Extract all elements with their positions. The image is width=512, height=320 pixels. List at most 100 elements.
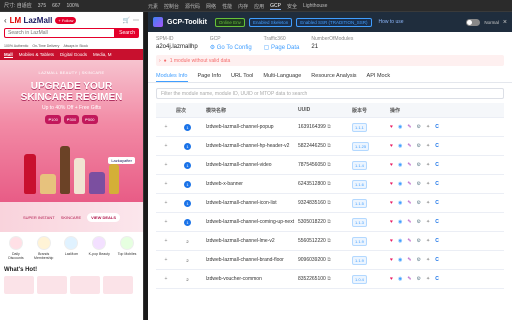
heart-icon[interactable]: ♥ xyxy=(390,257,393,263)
search-input[interactable] xyxy=(4,28,116,38)
tab-url-tool[interactable]: URL Tool xyxy=(231,73,253,79)
hot-item[interactable] xyxy=(70,276,100,294)
devtools-tab[interactable]: 安全 xyxy=(287,3,297,10)
refresh-icon[interactable]: C xyxy=(435,238,439,244)
mode-toggle[interactable] xyxy=(466,18,481,26)
wand-icon[interactable]: ✦ xyxy=(426,181,430,187)
edit-icon[interactable]: ✎ xyxy=(407,143,411,149)
device-zoom[interactable]: 100% xyxy=(66,3,79,9)
table-row[interactable]: +1 lzdweb-lazmall-channel-popup 1639164399… xyxy=(156,118,504,137)
invalid-module-alert[interactable]: › ● 1 module without valid data xyxy=(156,55,504,66)
category-brands-membership[interactable]: Brands Membership xyxy=(33,236,55,260)
devtools-tab[interactable]: 内存 xyxy=(238,3,248,10)
edit-icon[interactable]: ✎ xyxy=(407,200,411,206)
devtools-tab[interactable]: 应用 xyxy=(254,3,264,10)
refresh-icon[interactable]: C xyxy=(435,200,439,206)
devtools-tab[interactable]: Lighthouse xyxy=(303,3,327,9)
locate-icon[interactable]: ◉ xyxy=(398,257,402,263)
expand-icon[interactable]: + xyxy=(156,162,176,168)
wand-icon[interactable]: ✦ xyxy=(426,200,430,206)
category-top-mobiles[interactable]: Top Mobiles xyxy=(116,236,138,260)
copy-icon[interactable]: ⧉ xyxy=(327,200,331,206)
heart-icon[interactable]: ♥ xyxy=(390,124,393,130)
locate-icon[interactable]: ◉ xyxy=(398,143,402,149)
copy-icon[interactable]: ⧉ xyxy=(327,162,331,168)
more-icon[interactable]: ⋯ xyxy=(133,17,139,24)
expand-icon[interactable]: + xyxy=(156,200,176,206)
copy-icon[interactable]: ⧉ xyxy=(327,219,331,225)
copy-icon[interactable]: ⧉ xyxy=(327,181,331,187)
table-row[interactable]: +1 lzdweb-lazmall-channel-coming-up-next 5… xyxy=(156,213,504,232)
module-filter-input[interactable]: Filter the module name, module ID, UUID … xyxy=(156,88,504,99)
settings-icon[interactable]: ⚙ xyxy=(417,181,421,187)
settings-icon[interactable]: ⚙ xyxy=(417,276,421,282)
copy-icon[interactable]: ⧉ xyxy=(327,276,331,282)
devtools-tab[interactable]: 源代码 xyxy=(185,3,200,10)
promo-strip[interactable]: SUPER INSTANT SKINCARE VIEW DEALS xyxy=(0,202,143,232)
edit-icon[interactable]: ✎ xyxy=(407,162,411,168)
locate-icon[interactable]: ◉ xyxy=(398,219,402,225)
table-row[interactable]: +1 lzdweb-lazmall-channel-hp-header-v2 582… xyxy=(156,137,504,156)
device-height[interactable]: 667 xyxy=(52,3,60,9)
locate-icon[interactable]: ◉ xyxy=(398,124,402,130)
expand-icon[interactable]: + xyxy=(156,238,176,244)
refresh-icon[interactable]: C xyxy=(435,124,439,130)
heart-icon[interactable]: ♥ xyxy=(390,162,393,168)
refresh-icon[interactable]: C xyxy=(435,181,439,187)
table-row[interactable]: +1 lzdweb-lazmall-channel-icon-list 932483… xyxy=(156,194,504,213)
wand-icon[interactable]: ✦ xyxy=(426,257,430,263)
view-deals-button[interactable]: VIEW DEALS xyxy=(87,212,121,222)
category-daily-discounts[interactable]: Daily Discounts xyxy=(5,236,27,260)
refresh-icon[interactable]: C xyxy=(435,162,439,168)
wand-icon[interactable]: ✦ xyxy=(426,276,430,282)
nav-mobiles[interactable]: Mobiles & Tablets xyxy=(19,52,54,57)
expand-icon[interactable]: + xyxy=(156,219,176,225)
devtools-tab-gcp[interactable]: GCP xyxy=(270,3,281,10)
edit-icon[interactable]: ✎ xyxy=(407,124,411,130)
wand-icon[interactable]: ✦ xyxy=(426,143,430,149)
locate-icon[interactable]: ◉ xyxy=(398,200,402,206)
tab-modules-info[interactable]: Modules Info xyxy=(156,73,188,82)
tab-resource-analysis[interactable]: Resource Analysis xyxy=(311,73,356,79)
locate-icon[interactable]: ◉ xyxy=(398,181,402,187)
how-to-use-link[interactable]: How to use xyxy=(379,19,404,25)
wand-icon[interactable]: ✦ xyxy=(426,219,430,225)
lazmall-logo[interactable]: LM LazMall xyxy=(10,16,53,25)
heart-icon[interactable]: ♥ xyxy=(390,143,393,149)
copy-icon[interactable]: ⧉ xyxy=(327,143,331,149)
follow-button[interactable]: + Follow xyxy=(55,16,77,24)
nav-media[interactable]: Media, M xyxy=(93,52,112,57)
tab-page-info[interactable]: Page Info xyxy=(198,73,222,79)
devtools-tab[interactable]: 控制台 xyxy=(164,3,179,10)
go-to-config-link[interactable]: ⚙ Go To Config xyxy=(210,44,252,51)
copy-icon[interactable]: ⧉ xyxy=(327,124,331,130)
heart-icon[interactable]: ♥ xyxy=(390,238,393,244)
device-select[interactable]: 尺寸: 自适应 xyxy=(4,2,32,9)
wand-icon[interactable]: ✦ xyxy=(426,238,430,244)
heart-icon[interactable]: ♥ xyxy=(390,200,393,206)
device-width[interactable]: 375 xyxy=(38,3,46,9)
table-row[interactable]: +2 lzdweb-lazmall-channel-lme-v2 556051222… xyxy=(156,232,504,251)
refresh-icon[interactable]: C xyxy=(435,219,439,225)
locate-icon[interactable]: ◉ xyxy=(398,276,402,282)
tab-api-mock[interactable]: API Mock xyxy=(367,73,391,79)
copy-icon[interactable]: ⧉ xyxy=(327,257,331,263)
wand-icon[interactable]: ✦ xyxy=(426,162,430,168)
settings-icon[interactable]: ⚙ xyxy=(417,124,421,130)
heart-icon[interactable]: ♥ xyxy=(390,219,393,225)
table-row[interactable]: +2 lzdweb-voucher-common 8352265100 ⧉ 1.0.4… xyxy=(156,270,504,289)
refresh-icon[interactable]: C xyxy=(435,143,439,149)
devtools-tab[interactable]: 网络 xyxy=(206,3,216,10)
voucher[interactable]: ₱500 xyxy=(82,115,98,124)
table-row[interactable]: +2 lzdweb-lazmall-channel-brand-floor 9096… xyxy=(156,251,504,270)
table-row[interactable]: +1 lzdweb-lazmall-channel-video 7875456050… xyxy=(156,156,504,175)
page-data-link[interactable]: ▢ Page Data xyxy=(264,44,300,51)
expand-icon[interactable]: + xyxy=(156,181,176,187)
voucher[interactable]: ₱100 xyxy=(45,115,61,124)
nav-digital[interactable]: Digital Goods xyxy=(60,52,87,57)
tab-multi-language[interactable]: Multi-Language xyxy=(263,73,301,79)
settings-icon[interactable]: ⚙ xyxy=(417,257,421,263)
nav-mall[interactable]: Mall xyxy=(4,52,13,58)
hot-item[interactable] xyxy=(4,276,34,294)
category-kpop-beauty[interactable]: K-pop Beauty xyxy=(88,236,110,260)
